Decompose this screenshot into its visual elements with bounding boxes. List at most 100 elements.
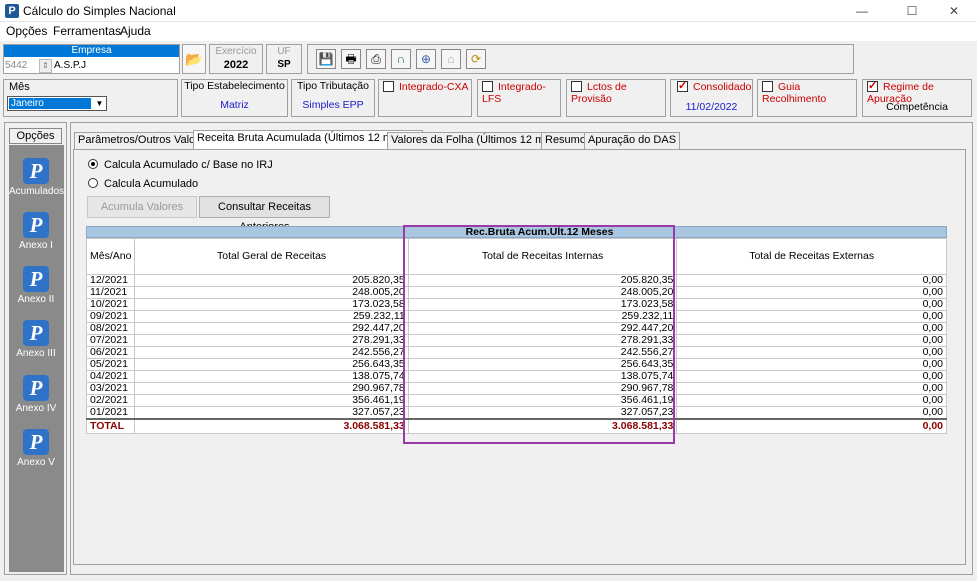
integrado-cxa-checkbox[interactable] bbox=[383, 81, 394, 92]
menu-opcoes[interactable]: Opções bbox=[6, 24, 47, 38]
cell-total-geral[interactable]: 173.023,58 bbox=[134, 298, 409, 311]
cell-receitas-externas[interactable]: 0,00 bbox=[676, 394, 947, 407]
cell-total-geral[interactable]: 292.447,20 bbox=[134, 322, 409, 335]
cell-total-geral[interactable]: 205.820,35 bbox=[134, 274, 409, 287]
table-row[interactable]: 09/2021 259.232,11 259.232,11 0,00 bbox=[85, 310, 947, 323]
cell-total-geral[interactable]: 278.291,33 bbox=[134, 334, 409, 347]
cell-total-geral[interactable]: 256.643,35 bbox=[134, 358, 409, 371]
print-preview-icon[interactable]: ⎙ bbox=[366, 49, 386, 69]
cell-mes-ano[interactable]: 05/2021 bbox=[85, 358, 136, 371]
cell-receitas-externas[interactable]: 0,00 bbox=[676, 370, 947, 383]
cell-receitas-internas[interactable]: 242.556,27 bbox=[407, 346, 678, 359]
cell-receitas-internas[interactable]: 138.075,74 bbox=[407, 370, 678, 383]
cell-receitas-externas[interactable]: 0,00 bbox=[676, 322, 947, 335]
radio-icon[interactable] bbox=[88, 159, 98, 169]
cell-receitas-internas[interactable]: 259.232,11 bbox=[407, 310, 678, 323]
cell-mes-ano[interactable]: 08/2021 bbox=[85, 322, 136, 335]
radio-icon[interactable] bbox=[88, 178, 98, 188]
cell-receitas-internas[interactable]: 356.461,19 bbox=[407, 394, 678, 407]
integrado-lfs-checkbox[interactable] bbox=[482, 81, 493, 92]
headset-icon[interactable]: ∩ bbox=[391, 49, 411, 69]
open-folder-icon[interactable]: 📂 bbox=[182, 44, 206, 74]
sidebar-item-acumulados[interactable]: P Acumulados bbox=[9, 158, 64, 197]
refresh-icon[interactable]: ⟳ bbox=[466, 49, 486, 69]
cell-receitas-externas[interactable]: 0,00 bbox=[676, 382, 947, 395]
table-row[interactable]: 01/2021 327.057,23 327.057,23 0,00 bbox=[85, 406, 947, 420]
cell-total-geral[interactable]: 138.075,74 bbox=[134, 370, 409, 383]
tab-apuracao-das[interactable]: Apuração do DAS bbox=[584, 132, 681, 149]
consultar-receitas-button[interactable]: Consultar Receitas Anteriores bbox=[199, 196, 330, 233]
cell-receitas-externas[interactable]: 0,00 bbox=[676, 406, 947, 420]
table-row[interactable]: 12/2021 205.820,35 205.820,35 0,00 bbox=[85, 274, 947, 287]
menu-ferramentas[interactable]: Ferramentas bbox=[53, 24, 121, 38]
menu-ajuda[interactable]: Ajuda bbox=[120, 24, 151, 38]
cell-receitas-externas[interactable]: 0,00 bbox=[676, 358, 947, 371]
acumula-valores-button[interactable]: Acumula Valores bbox=[87, 196, 197, 218]
chevron-down-icon[interactable]: ▼ bbox=[93, 97, 106, 110]
sidebar-item-anexo-ii[interactable]: P Anexo II bbox=[9, 266, 63, 305]
cell-receitas-externas[interactable]: 0,00 bbox=[676, 286, 947, 299]
globe-icon[interactable]: ⊕ bbox=[416, 49, 436, 69]
print-icon[interactable]: 🖶 bbox=[341, 49, 361, 69]
cell-mes-ano[interactable]: 09/2021 bbox=[85, 310, 136, 323]
empresa-code[interactable]: 5442 bbox=[5, 59, 37, 73]
table-row[interactable]: 07/2021 278.291,33 278.291,33 0,00 bbox=[85, 334, 947, 347]
regime-apuracao-checkbox[interactable] bbox=[867, 79, 878, 92]
cell-receitas-externas[interactable]: 0,00 bbox=[676, 346, 947, 359]
empresa-spinner-icon[interactable]: ⇕ bbox=[39, 59, 52, 73]
minimize-button[interactable]: — bbox=[839, 0, 885, 22]
cell-mes-ano[interactable]: 07/2021 bbox=[85, 334, 136, 347]
table-row[interactable]: 05/2021 256.643,35 256.643,35 0,00 bbox=[85, 358, 947, 371]
cell-receitas-internas[interactable]: 256.643,35 bbox=[407, 358, 678, 371]
consolidado-checkbox[interactable] bbox=[677, 79, 688, 92]
table-row[interactable]: 10/2021 173.023,58 173.023,58 0,00 bbox=[85, 298, 947, 311]
cell-receitas-internas[interactable]: 173.023,58 bbox=[407, 298, 678, 311]
empresa-name[interactable]: A.S.P.J bbox=[54, 59, 174, 73]
cell-mes-ano[interactable]: 04/2021 bbox=[85, 370, 136, 383]
cell-receitas-externas[interactable]: 0,00 bbox=[676, 310, 947, 323]
cell-mes-ano[interactable]: 02/2021 bbox=[85, 394, 136, 407]
cell-receitas-internas[interactable]: 205.820,35 bbox=[407, 274, 678, 287]
table-row[interactable]: 04/2021 138.075,74 138.075,74 0,00 bbox=[85, 370, 947, 383]
cell-mes-ano[interactable]: 01/2021 bbox=[85, 406, 136, 420]
flag-regime-apuracao[interactable]: Regime de Apuração Competência bbox=[862, 79, 972, 117]
sidebar-item-anexo-i[interactable]: P Anexo I bbox=[9, 212, 63, 251]
cell-mes-ano[interactable]: 03/2021 bbox=[85, 382, 136, 395]
export-icon[interactable]: ⌂ bbox=[441, 49, 461, 69]
cell-total-geral[interactable]: 248.005,20 bbox=[134, 286, 409, 299]
close-button[interactable]: ✕ bbox=[931, 0, 977, 22]
cell-receitas-internas[interactable]: 278.291,33 bbox=[407, 334, 678, 347]
radio-acumulado[interactable]: Calcula Acumulado bbox=[88, 178, 198, 190]
cell-total-geral[interactable]: 259.232,11 bbox=[134, 310, 409, 323]
save-icon[interactable]: 💾 bbox=[316, 49, 336, 69]
table-row[interactable]: 02/2021 356.461,19 356.461,19 0,00 bbox=[85, 394, 947, 407]
mes-select[interactable]: Janeiro ▼ bbox=[7, 96, 107, 111]
cell-receitas-internas[interactable]: 290.967,78 bbox=[407, 382, 678, 395]
flag-integrado-cxa[interactable]: Integrado-CXA bbox=[378, 79, 472, 117]
cell-mes-ano[interactable]: 11/2021 bbox=[85, 286, 136, 299]
lctos-provisao-checkbox[interactable] bbox=[571, 81, 582, 92]
cell-mes-ano[interactable]: 10/2021 bbox=[85, 298, 136, 311]
table-row[interactable]: 06/2021 242.556,27 242.556,27 0,00 bbox=[85, 346, 947, 359]
cell-mes-ano[interactable]: 06/2021 bbox=[85, 346, 136, 359]
cell-receitas-externas[interactable]: 0,00 bbox=[676, 274, 947, 287]
cell-receitas-internas[interactable]: 248.005,20 bbox=[407, 286, 678, 299]
sidebar-item-anexo-iv[interactable]: P Anexo IV bbox=[9, 375, 63, 414]
cell-mes-ano[interactable]: 12/2021 bbox=[85, 274, 136, 287]
cell-total-geral[interactable]: 356.461,19 bbox=[134, 394, 409, 407]
sidebar-item-anexo-iii[interactable]: P Anexo III bbox=[9, 320, 63, 359]
radio-acumulado-irj[interactable]: Calcula Acumulado c/ Base no IRJ bbox=[88, 159, 273, 171]
cell-receitas-externas[interactable]: 0,00 bbox=[676, 298, 947, 311]
cell-total-geral[interactable]: 242.556,27 bbox=[134, 346, 409, 359]
table-row[interactable]: 03/2021 290.967,78 290.967,78 0,00 bbox=[85, 382, 947, 395]
cell-receitas-externas[interactable]: 0,00 bbox=[676, 334, 947, 347]
cell-receitas-internas[interactable]: 327.057,23 bbox=[407, 406, 678, 420]
cell-total-geral[interactable]: 327.057,23 bbox=[134, 406, 409, 420]
flag-consolidado[interactable]: Consolidado 11/02/2022 bbox=[670, 79, 753, 117]
flag-lctos-provisao[interactable]: Lctos de Provisão bbox=[566, 79, 666, 117]
flag-integrado-lfs[interactable]: Integrado-LFS bbox=[477, 79, 561, 117]
flag-guia-recolhimento[interactable]: Guia Recolhimento bbox=[757, 79, 857, 117]
sidebar-item-anexo-v[interactable]: P Anexo V bbox=[9, 429, 63, 468]
tab-resumo[interactable]: Resumo bbox=[541, 132, 590, 149]
cell-receitas-internas[interactable]: 292.447,20 bbox=[407, 322, 678, 335]
